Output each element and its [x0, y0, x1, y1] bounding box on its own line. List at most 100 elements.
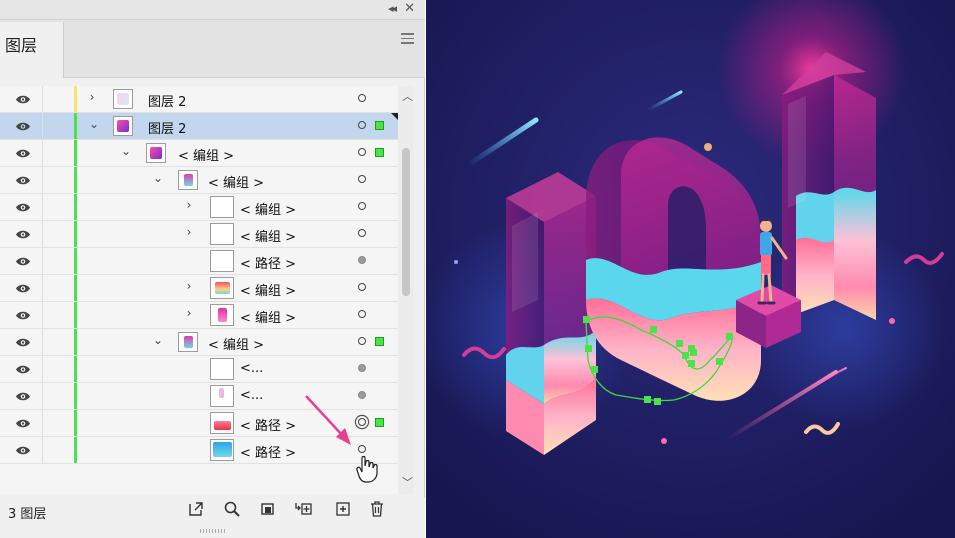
- eye-icon[interactable]: [15, 94, 31, 105]
- layer-name[interactable]: < 路径 >: [240, 253, 296, 272]
- layer-row[interactable]: < 路径 >: [0, 410, 398, 437]
- eye-icon[interactable]: [15, 283, 31, 294]
- eye-icon[interactable]: [15, 121, 31, 132]
- collapse-icon[interactable]: ◂◂: [388, 2, 397, 15]
- chevron-icon[interactable]: ›: [86, 90, 98, 104]
- layers-list: › 图层 2 ⌄ 图层 2 ⌄ < 编组 > ⌄ < 编组 > › < 编组 >…: [0, 86, 398, 494]
- layer-color-bar: [74, 194, 77, 220]
- scroll-up-icon[interactable]: ︿: [402, 88, 413, 104]
- panel-resize-grip[interactable]: [200, 529, 226, 533]
- tab-layers[interactable]: 图层: [0, 22, 64, 78]
- target-circle-icon[interactable]: [358, 310, 366, 318]
- eye-icon[interactable]: [15, 229, 31, 240]
- export-icon[interactable]: [187, 500, 205, 518]
- layer-count: 3 图层: [8, 507, 47, 522]
- layer-name[interactable]: <...: [240, 388, 263, 403]
- layer-name[interactable]: < 编组 >: [178, 145, 234, 164]
- layer-row[interactable]: › < 编组 >: [0, 275, 398, 302]
- target-circle-icon[interactable]: [358, 229, 366, 237]
- layer-thumbnail: [146, 143, 166, 163]
- visibility-divider: [42, 113, 43, 139]
- target-circle-icon[interactable]: [358, 175, 366, 183]
- chevron-icon[interactable]: ›: [183, 198, 195, 212]
- chevron-icon[interactable]: ⌄: [152, 333, 164, 347]
- layer-name[interactable]: < 编组 >: [240, 307, 296, 326]
- layer-thumbnail: [210, 439, 234, 461]
- eye-icon[interactable]: [15, 175, 31, 186]
- eye-icon[interactable]: [15, 310, 31, 321]
- eye-icon[interactable]: [15, 256, 31, 267]
- eye-icon[interactable]: [15, 148, 31, 159]
- eye-icon[interactable]: [15, 391, 31, 402]
- layer-color-bar: [74, 329, 77, 355]
- eye-icon[interactable]: [15, 202, 31, 213]
- layer-row[interactable]: < 路径 >: [0, 437, 398, 464]
- target-circle-icon[interactable]: [358, 391, 366, 399]
- chevron-icon[interactable]: ›: [183, 279, 195, 293]
- eye-icon[interactable]: [15, 337, 31, 348]
- target-circle-icon[interactable]: [358, 94, 366, 102]
- layer-row[interactable]: <...: [0, 383, 398, 410]
- chevron-icon[interactable]: ›: [183, 306, 195, 320]
- selection-square[interactable]: [375, 337, 384, 346]
- layer-name[interactable]: 图层 2: [148, 91, 186, 110]
- selection-square[interactable]: [375, 121, 384, 130]
- layer-row[interactable]: ⌄ < 编组 >: [0, 329, 398, 356]
- eye-icon[interactable]: [15, 445, 31, 456]
- chevron-icon[interactable]: ⌄: [152, 171, 164, 185]
- visibility-divider: [42, 140, 43, 166]
- target-circle-icon[interactable]: [358, 418, 366, 426]
- scrollbar-thumb[interactable]: [402, 148, 410, 296]
- layer-row[interactable]: <...: [0, 356, 398, 383]
- layer-row-selected[interactable]: ⌄ 图层 2: [0, 113, 398, 140]
- layer-name[interactable]: < 路径 >: [240, 415, 296, 434]
- trash-icon[interactable]: [368, 500, 386, 518]
- target-circle-icon[interactable]: [358, 337, 366, 345]
- clipping-mask-icon[interactable]: [259, 500, 277, 518]
- visibility-divider: [42, 194, 43, 220]
- layer-name[interactable]: < 编组 >: [208, 172, 264, 191]
- layer-row[interactable]: ⌄ < 编组 >: [0, 140, 398, 167]
- layer-name[interactable]: < 编组 >: [240, 280, 296, 299]
- layer-row[interactable]: › < 编组 >: [0, 194, 398, 221]
- layer-color-bar: [74, 221, 77, 247]
- target-circle-icon[interactable]: [358, 148, 366, 156]
- layer-name[interactable]: < 编组 >: [208, 334, 264, 353]
- visibility-divider: [42, 167, 43, 193]
- selection-square[interactable]: [375, 418, 384, 427]
- panel-menu-icon[interactable]: [401, 30, 414, 47]
- artwork-canvas[interactable]: [426, 0, 955, 538]
- target-circle-icon[interactable]: [358, 121, 366, 129]
- eye-icon[interactable]: [15, 418, 31, 429]
- layer-row[interactable]: < 路径 >: [0, 248, 398, 275]
- layer-name[interactable]: < 编组 >: [240, 199, 296, 218]
- chevron-icon[interactable]: ›: [183, 225, 195, 239]
- layer-color-bar: [74, 140, 77, 166]
- chevron-icon[interactable]: ⌄: [120, 144, 132, 158]
- eye-icon[interactable]: [15, 364, 31, 375]
- target-circle-icon[interactable]: [358, 202, 366, 210]
- layer-thumbnail: [113, 116, 133, 136]
- new-layer-icon[interactable]: [334, 500, 352, 518]
- selection-square[interactable]: [375, 148, 384, 157]
- layer-thumbnail: [210, 223, 234, 245]
- chevron-icon[interactable]: ⌄: [88, 117, 100, 131]
- layer-name[interactable]: < 编组 >: [240, 226, 296, 245]
- layer-name[interactable]: <...: [240, 361, 263, 376]
- layers-scrollbar[interactable]: ︿ ﹀: [398, 86, 414, 494]
- layer-color-bar: [74, 113, 77, 139]
- search-icon[interactable]: [223, 500, 241, 518]
- close-icon[interactable]: ✕: [404, 1, 415, 16]
- layer-row[interactable]: › < 编组 >: [0, 221, 398, 248]
- target-circle-icon[interactable]: [358, 283, 366, 291]
- layer-row[interactable]: › < 编组 >: [0, 302, 398, 329]
- layer-name[interactable]: 图层 2: [148, 118, 186, 137]
- layer-row[interactable]: › 图层 2: [0, 86, 398, 113]
- layer-row[interactable]: ⌄ < 编组 >: [0, 167, 398, 194]
- scroll-down-icon[interactable]: ﹀: [402, 474, 413, 490]
- target-circle-icon[interactable]: [358, 445, 366, 453]
- target-circle-icon[interactable]: [358, 364, 366, 372]
- target-circle-icon[interactable]: [358, 256, 366, 264]
- layer-name[interactable]: < 路径 >: [240, 442, 296, 461]
- new-sublayer-icon[interactable]: [294, 500, 312, 518]
